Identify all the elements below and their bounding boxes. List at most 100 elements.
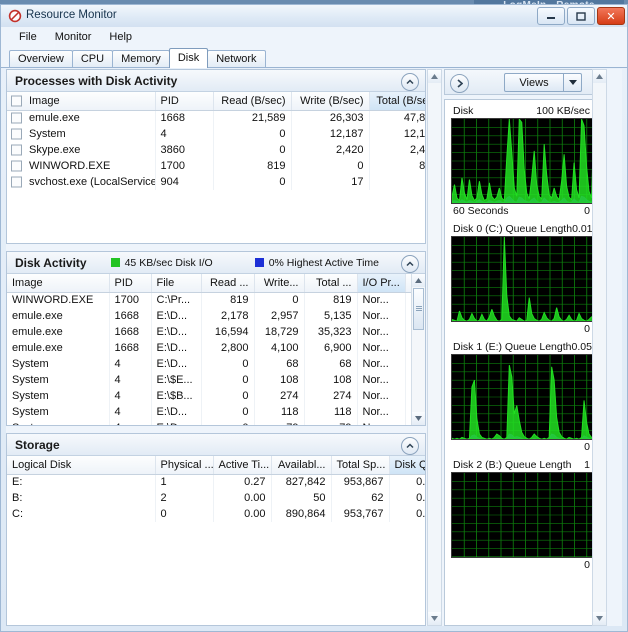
table-row[interactable]: System 4 0 12,187 12,187 <box>7 126 425 142</box>
disk-activity-table-wrap: Image PID File Read ... Write... Total .… <box>7 274 425 425</box>
menu-bar: File Monitor Help <box>1 27 627 46</box>
col-header-read[interactable]: Read ... <box>201 274 255 293</box>
da-file: E:\D... <box>151 404 202 420</box>
scroll-down-arrow-icon[interactable] <box>428 612 441 625</box>
tab-cpu[interactable]: CPU <box>71 50 114 67</box>
menu-file[interactable]: File <box>10 30 46 44</box>
col-header-available-space[interactable]: Availabl... <box>271 456 332 475</box>
disk2-graph-ymax: 1 <box>584 459 590 471</box>
disk-activity-panel-header[interactable]: Disk Activity 45 KB/sec Disk I/O 0% High… <box>7 252 425 274</box>
scroll-up-arrow-icon[interactable] <box>412 274 425 287</box>
col-header-write[interactable]: Write (B/sec) <box>291 92 370 111</box>
chevron-up-icon[interactable] <box>401 255 419 273</box>
row-checkbox[interactable] <box>11 144 22 156</box>
col-header-active-time[interactable]: Active Ti... <box>213 456 272 475</box>
table-row[interactable]: WINWORD.EXE 1700 C:\Pr... 819 0 819 Nor.… <box>7 292 425 308</box>
menu-monitor[interactable]: Monitor <box>46 30 101 44</box>
st-available: 890,864 <box>271 506 332 522</box>
scrollbar-thumb[interactable] <box>413 288 424 330</box>
table-row[interactable]: svchost.exe (LocalServiceNet... 904 0 17… <box>7 174 425 190</box>
chevron-up-icon[interactable] <box>401 73 419 91</box>
scroll-up-arrow-icon[interactable] <box>593 70 606 83</box>
disk0-graph-title: Disk 0 (C:) Queue Length <box>453 223 573 235</box>
close-button[interactable]: ✕ <box>597 7 625 25</box>
table-row[interactable]: emule.exe 1668 E:\D... 2,800 4,100 6,900… <box>7 340 425 356</box>
tab-overview[interactable]: Overview <box>9 50 73 67</box>
st-active: 0.27 <box>213 474 272 490</box>
menu-help[interactable]: Help <box>100 30 141 44</box>
main-vertical-scrollbar[interactable] <box>427 69 442 626</box>
process-write: 2,420 <box>291 142 370 158</box>
disk2-graph-header: Disk 2 (B:) Queue Length 1 <box>451 459 600 472</box>
table-row[interactable]: emule.exe 1668 E:\D... 16,594 18,729 35,… <box>7 324 425 340</box>
select-all-checkbox[interactable] <box>11 95 22 107</box>
maximize-button[interactable] <box>567 7 595 25</box>
table-row[interactable]: Skype.exe 3860 0 2,420 2,420 <box>7 142 425 158</box>
process-read: 0 <box>213 126 292 142</box>
col-header-image[interactable]: Image <box>7 92 156 111</box>
process-pid: 3860 <box>155 142 214 158</box>
col-header-read[interactable]: Read (B/sec) <box>213 92 292 111</box>
tab-network[interactable]: Network <box>207 50 266 67</box>
col-header-pid[interactable]: PID <box>155 92 214 111</box>
st-active: 0.00 <box>213 490 272 506</box>
da-iopri: Nor... <box>357 340 406 356</box>
tab-memory[interactable]: Memory <box>112 50 170 67</box>
table-row[interactable]: emule.exe 1668 E:\D... 2,178 2,957 5,135… <box>7 308 425 324</box>
processes-table-wrap: Image PID Read (B/sec) Write (B/sec) Tot… <box>7 92 425 243</box>
table-row[interactable]: System 4 E:\D... 0 68 68 Nor... 1 <box>7 356 425 372</box>
col-header-total[interactable]: Total ... <box>304 274 358 293</box>
da-write: 2,957 <box>254 308 305 324</box>
table-row[interactable]: B: 2 0.00 50 62 0.00 <box>7 490 425 506</box>
minimize-button[interactable] <box>537 7 565 25</box>
table-row[interactable]: System 4 E:\D... 0 79 79 Nor... 0 <box>7 420 425 425</box>
da-image: emule.exe <box>7 340 110 356</box>
resource-monitor-screen: LogMeIn - Remote Resource Monitor ✕ <box>0 0 628 632</box>
chevron-down-icon[interactable] <box>563 74 581 91</box>
chevron-up-icon[interactable] <box>401 437 419 455</box>
table-row[interactable]: System 4 E:\D... 0 118 118 Nor... 0 <box>7 404 425 420</box>
disk-activity-table: Image PID File Read ... Write... Total .… <box>7 274 425 425</box>
col-header-file[interactable]: File <box>151 274 202 293</box>
col-header-image[interactable]: Image <box>7 274 110 293</box>
da-total: 5,135 <box>304 308 358 324</box>
chevron-right-icon[interactable] <box>450 74 469 93</box>
col-header-pid[interactable]: PID <box>109 274 152 293</box>
legend-active-time: 0% Highest Active Time <box>254 257 379 269</box>
process-write: 12,187 <box>291 126 370 142</box>
right-vertical-scrollbar[interactable] <box>592 69 607 626</box>
disk0-graph-plot <box>451 236 600 322</box>
table-row[interactable]: System 4 E:\$E... 0 108 108 Nor... 1 <box>7 372 425 388</box>
table-row[interactable]: WINWORD.EXE 1700 819 0 819 <box>7 158 425 174</box>
table-row[interactable]: emule.exe 1668 21,589 26,303 47,891 <box>7 110 425 126</box>
col-header-io-priority[interactable]: I/O Pr... <box>357 274 406 293</box>
tab-disk[interactable]: Disk <box>168 48 209 68</box>
da-write: 4,100 <box>254 340 305 356</box>
storage-panel-header[interactable]: Storage <box>7 434 425 456</box>
da-image: emule.exe <box>7 324 110 340</box>
col-header-total[interactable]: Total (B/sec) <box>369 92 425 111</box>
scroll-up-arrow-icon[interactable] <box>428 70 441 83</box>
table-row[interactable]: C: 0 0.00 890,864 953,767 0.00 <box>7 506 425 522</box>
st-disk: C: <box>7 506 156 522</box>
row-checkbox[interactable] <box>11 112 22 124</box>
row-checkbox[interactable] <box>11 160 22 172</box>
da-read: 2,178 <box>201 308 255 324</box>
da-total: 274 <box>304 388 358 404</box>
table-row[interactable]: E: 1 0.27 827,842 953,867 0.01 <box>7 474 425 490</box>
processes-panel-header[interactable]: Processes with Disk Activity <box>7 70 425 92</box>
col-header-write[interactable]: Write... <box>254 274 305 293</box>
st-total: 953,867 <box>331 474 390 490</box>
scroll-down-arrow-icon[interactable] <box>593 612 606 625</box>
col-header-physical-disk[interactable]: Physical ... <box>155 456 214 475</box>
row-checkbox[interactable] <box>11 176 22 188</box>
col-header-logical-disk[interactable]: Logical Disk <box>7 456 156 475</box>
process-read: 21,589 <box>213 110 292 126</box>
row-checkbox[interactable] <box>11 128 22 140</box>
views-button[interactable]: Views <box>504 73 582 92</box>
disk-activity-scrollbar[interactable] <box>411 274 425 425</box>
table-row[interactable]: System 4 E:\$B... 0 274 274 Nor... 0 <box>7 388 425 404</box>
col-header-total-space[interactable]: Total Sp... <box>331 456 390 475</box>
col-header-disk-queue[interactable]: Disk Qu... <box>389 456 425 475</box>
scroll-down-arrow-icon[interactable] <box>412 412 425 425</box>
